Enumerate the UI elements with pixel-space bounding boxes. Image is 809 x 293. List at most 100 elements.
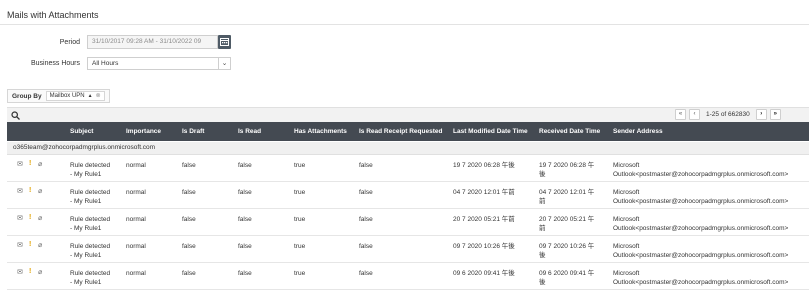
row-received: 20 7 2020 05:21 午 <box>539 216 595 223</box>
col-sender[interactable]: Sender Address <box>613 122 663 141</box>
first-page-button[interactable]: « <box>675 109 686 120</box>
paperclip-icon: ⌀ <box>38 188 43 195</box>
exclamation-icon: ! <box>29 241 32 248</box>
pager: « ‹ 1-25 of 662830 › » <box>675 109 781 120</box>
row-sender: Outlook<postmaster@zohocorpadmgrplus.onm… <box>613 198 789 205</box>
row-received: 後 <box>539 171 546 178</box>
exclamation-icon: ! <box>29 187 32 194</box>
row-subject: - My Rule1 <box>70 252 102 259</box>
prev-page-button[interactable]: ‹ <box>689 109 700 120</box>
row-subject: Rule detected <box>70 162 111 169</box>
row-importance: normal <box>126 270 146 277</box>
row-importance: normal <box>126 243 146 250</box>
row-read-receipt: false <box>359 270 373 277</box>
col-is-read[interactable]: Is Read <box>238 122 261 141</box>
row-sender: Outlook<postmaster@zohocorpadmgrplus.onm… <box>613 279 789 286</box>
row-sender: Outlook<postmaster@zohocorpadmgrplus.onm… <box>613 171 789 178</box>
period-field[interactable]: 31/10/2017 09:28 AM - 31/10/2022 09 <box>87 35 218 49</box>
row-importance: normal <box>126 216 146 223</box>
page-title: Mails with Attachments <box>7 10 99 20</box>
group-row[interactable]: o365team@zohocorpadmgrplus.onmicrosoft.c… <box>7 142 809 155</box>
col-read-receipt[interactable]: Is Read Receipt Requested <box>359 122 442 141</box>
search-icon[interactable] <box>11 111 20 120</box>
last-page-button[interactable]: » <box>769 109 781 120</box>
row-subject: - My Rule1 <box>70 198 102 205</box>
calendar-icon <box>220 38 229 46</box>
mail-icon: ✉ <box>17 269 23 276</box>
row-is-read: false <box>238 270 252 277</box>
table-row[interactable]: ✉! ⌀ Rule detected - My Rule1 normal false fal… <box>7 209 809 236</box>
row-last-modified: 20 7 2020 05:21 午前 <box>453 216 515 223</box>
paperclip-icon: ⌀ <box>38 242 43 249</box>
row-received: 前 <box>539 225 546 232</box>
exclamation-icon: ! <box>29 268 32 275</box>
row-received: 04 7 2020 12:01 午 <box>539 189 595 196</box>
row-received: 後 <box>539 279 546 286</box>
business-hours-select[interactable]: All Hours ⌄ <box>87 57 231 70</box>
col-is-draft[interactable]: Is Draft <box>182 122 204 141</box>
row-subject: - My Rule1 <box>70 279 102 286</box>
table-header: Subject Importance Is Draft Is Read Has … <box>7 122 809 141</box>
row-sender: Outlook<postmaster@zohocorpadmgrplus.onm… <box>613 225 789 232</box>
row-sender: Microsoft <box>613 243 640 250</box>
divider <box>0 24 809 25</box>
group-by-chip[interactable]: Mailbox UPN ▲ ⊗ <box>45 91 105 101</box>
exclamation-icon: ! <box>29 214 32 221</box>
calendar-button[interactable] <box>218 35 231 49</box>
row-is-draft: false <box>182 162 196 169</box>
remove-icon[interactable]: ⊗ <box>96 92 101 101</box>
paperclip-icon: ⌀ <box>38 161 43 168</box>
row-is-draft: false <box>182 216 196 223</box>
row-subject: - My Rule1 <box>70 225 102 232</box>
table-row[interactable]: ✉! ⌀ Rule detected - My Rule1 normal false fal… <box>7 236 809 263</box>
table-row[interactable]: ✉! ⌀ Rule detected - My Rule1 normal false fal… <box>7 263 809 290</box>
row-importance: normal <box>126 189 146 196</box>
sort-arrow-icon[interactable]: ▲ <box>88 92 93 101</box>
row-is-read: false <box>238 189 252 196</box>
row-received: 09 7 2020 10:26 午 <box>539 243 595 250</box>
row-subject: Rule detected <box>70 216 111 223</box>
col-has-attachments[interactable]: Has Attachments <box>294 122 347 141</box>
group-by-chip-label: Mailbox UPN <box>49 92 85 99</box>
row-read-receipt: false <box>359 216 373 223</box>
row-read-receipt: false <box>359 189 373 196</box>
table-row[interactable]: ✉! ⌀ Rule detected - My Rule1 normal false fal… <box>7 155 809 182</box>
business-hours-label: Business Hours <box>30 60 80 67</box>
col-received[interactable]: Received Date Time <box>539 122 600 141</box>
row-received: 後 <box>539 252 546 259</box>
group-by-bar: Group By Mailbox UPN ▲ ⊗ <box>7 89 110 103</box>
col-subject[interactable]: Subject <box>70 122 93 141</box>
group-label: o365team@zohocorpadmgrplus.onmicrosoft.c… <box>13 144 156 151</box>
row-has-attachments: true <box>294 216 306 223</box>
row-received: 前 <box>539 198 546 205</box>
row-has-attachments: true <box>294 189 306 196</box>
row-has-attachments: true <box>294 162 306 169</box>
row-importance: normal <box>126 162 146 169</box>
row-received: 19 7 2020 06:28 午 <box>539 162 595 169</box>
row-last-modified: 19 7 2020 06:28 午後 <box>453 162 515 169</box>
row-is-draft: false <box>182 189 196 196</box>
row-is-read: false <box>238 243 252 250</box>
group-by-label: Group By <box>12 92 42 100</box>
table-row[interactable]: ✉! ⌀ Rule detected - My Rule1 normal false fal… <box>7 182 809 209</box>
paperclip-icon: ⌀ <box>38 215 43 222</box>
row-sender: Microsoft <box>613 189 640 196</box>
row-has-attachments: true <box>294 243 306 250</box>
pager-range: 1-25 of 662830 <box>706 111 750 118</box>
col-last-modified[interactable]: Last Modified Date Time <box>453 122 528 141</box>
mail-icon: ✉ <box>17 161 23 168</box>
row-sender: Outlook<postmaster@zohocorpadmgrplus.onm… <box>613 252 789 259</box>
business-hours-value: All Hours <box>92 60 119 67</box>
mail-icon: ✉ <box>17 188 23 195</box>
row-subject: - My Rule1 <box>70 171 102 178</box>
mail-icon: ✉ <box>17 215 23 222</box>
paperclip-icon: ⌀ <box>38 269 43 276</box>
row-subject: Rule detected <box>70 243 111 250</box>
row-sender: Microsoft <box>613 162 640 169</box>
next-page-button[interactable]: › <box>755 109 767 120</box>
col-importance[interactable]: Importance <box>126 122 161 141</box>
period-label: Period <box>59 39 80 46</box>
row-is-draft: false <box>182 243 196 250</box>
row-has-attachments: true <box>294 270 306 277</box>
table-toolbar: « ‹ 1-25 of 662830 › » <box>7 107 809 122</box>
